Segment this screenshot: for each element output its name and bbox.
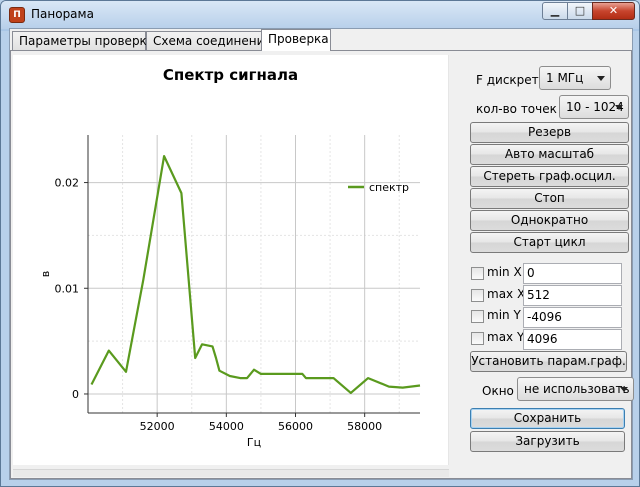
min-y-label: min Y	[487, 308, 521, 322]
x-tick-label: 56000	[278, 420, 313, 433]
chevron-down-icon	[615, 105, 623, 110]
window-select[interactable]: не использовать	[517, 377, 634, 401]
y-tick-label: 0	[72, 388, 79, 401]
max-y-input[interactable]: 4096	[523, 329, 622, 350]
x-tick-label: 54000	[209, 420, 244, 433]
x-axis-label: Гц	[247, 436, 261, 449]
load-button[interactable]: Загрузить	[470, 431, 625, 452]
min-y-checkbox[interactable]	[471, 310, 484, 323]
clear-graph-button[interactable]: Стереть граф.осцил.	[470, 166, 629, 187]
max-x-input[interactable]: 512	[523, 285, 622, 306]
window-label: Окно	[482, 384, 514, 398]
minimize-button[interactable]: ▁	[542, 2, 568, 20]
minimize-icon: ▁	[550, 4, 560, 17]
y-tick-label: 0.01	[55, 282, 80, 295]
f-diskret-value: 1 МГц	[546, 71, 584, 85]
title-bar[interactable]: П Панорама ▁ □ ✕	[1, 1, 639, 29]
min-x-checkbox[interactable]	[471, 267, 484, 280]
single-button[interactable]: Однократно	[470, 210, 629, 231]
x-tick-label: 58000	[347, 420, 382, 433]
chart-panel: Спектр сигнала 52000 54000 56000 58000 0 0.01…	[13, 55, 449, 465]
min-y-input[interactable]: -4096	[523, 307, 622, 328]
maximize-button[interactable]: □	[567, 2, 593, 20]
y-tick-label: 0.02	[55, 177, 80, 190]
chevron-down-icon	[597, 76, 605, 81]
min-x-label: min X	[487, 265, 522, 279]
maximize-icon: □	[574, 4, 586, 17]
y-axis-label: в	[39, 271, 52, 277]
max-x-checkbox[interactable]	[471, 289, 484, 302]
points-select[interactable]: 10 - 1024	[559, 95, 629, 119]
start-cycle-button[interactable]: Старт цикл	[470, 232, 629, 253]
set-graph-params-button[interactable]: Установить парам.граф.	[470, 351, 627, 372]
close-icon: ✕	[608, 4, 619, 17]
chevron-down-icon	[620, 387, 628, 392]
control-panel: F дискрет 1 МГц кол-во точек 10 - 1024 Р…	[456, 51, 634, 479]
save-button[interactable]: Сохранить	[470, 408, 625, 429]
stop-button[interactable]: Стоп	[470, 188, 629, 209]
max-y-label: max Y	[487, 330, 525, 344]
client-area: Параметры проверки Схема соединения Пров…	[9, 28, 634, 480]
close-button[interactable]: ✕	[592, 2, 635, 20]
window-title: Панорама	[31, 7, 94, 21]
tab-connection-scheme[interactable]: Схема соединения	[146, 31, 272, 51]
f-diskret-label: F дискрет	[476, 73, 539, 87]
status-strip	[13, 469, 449, 477]
tab-content: Спектр сигнала 52000 54000 56000 58000 0 0.01…	[10, 50, 634, 479]
app-window: П Панорама ▁ □ ✕ Параметры проверки Схем…	[0, 0, 640, 487]
spectrum-chart: 52000 54000 56000 58000 0 0.01 0.02 Гц в спектр	[39, 135, 421, 449]
f-diskret-select[interactable]: 1 МГц	[539, 66, 611, 90]
min-x-input[interactable]: 0	[523, 263, 622, 284]
points-label: кол-во точек	[476, 102, 557, 116]
window-value: не использовать	[524, 382, 630, 396]
max-x-label: max X	[487, 287, 526, 301]
auto-scale-button[interactable]: Авто масштаб	[470, 144, 629, 165]
reserve-button[interactable]: Резерв	[470, 122, 629, 143]
max-y-checkbox[interactable]	[471, 332, 484, 345]
tab-test-params[interactable]: Параметры проверки	[12, 31, 155, 51]
x-tick-label: 52000	[140, 420, 175, 433]
tab-strip: Параметры проверки Схема соединения Пров…	[10, 29, 632, 51]
app-logo-icon: П	[9, 7, 25, 23]
tab-test[interactable]: Проверка	[261, 29, 331, 51]
legend-label: спектр	[369, 181, 409, 194]
